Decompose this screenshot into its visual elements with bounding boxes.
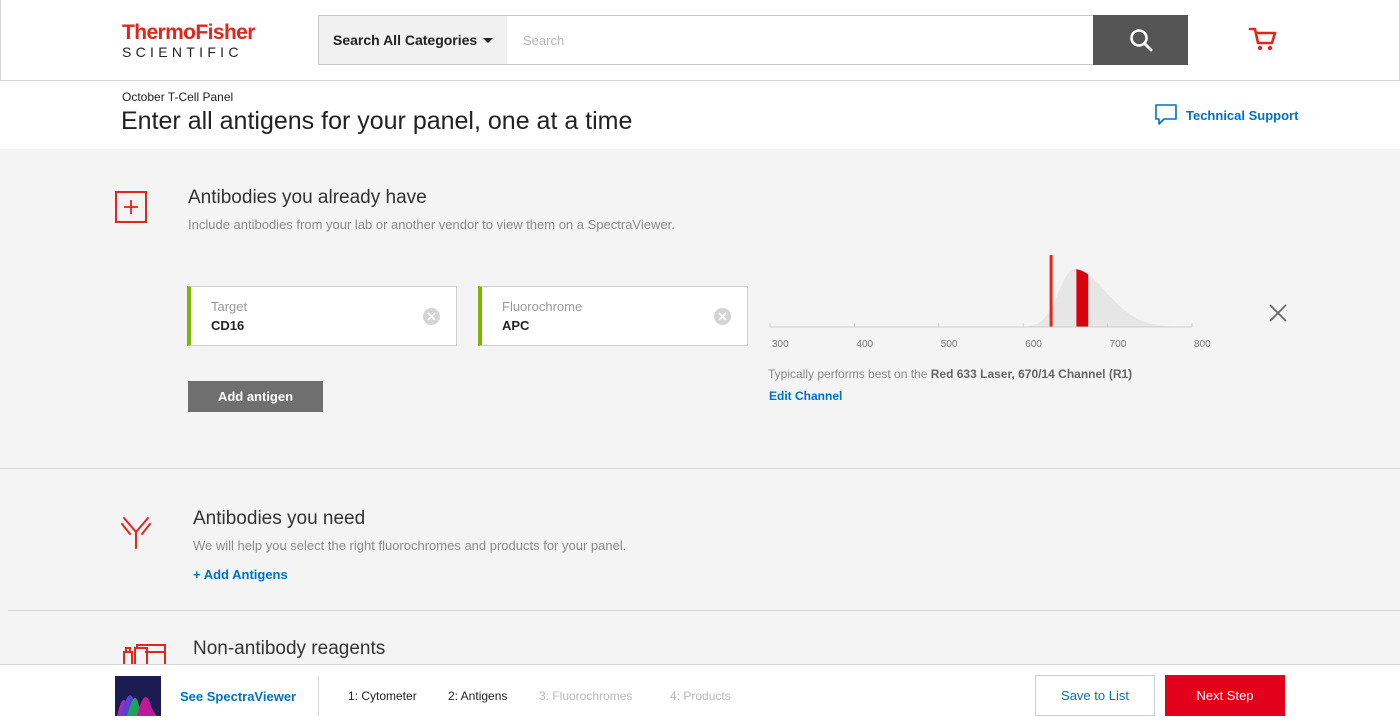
reagents-icon xyxy=(123,644,166,666)
caret-down-icon xyxy=(483,38,493,43)
add-antigen-button[interactable]: Add antigen xyxy=(188,381,323,412)
fluorochrome-label: Fluorochrome xyxy=(502,299,583,314)
non-antibody-reagents-section: Non-antibody reagents xyxy=(0,612,1400,672)
top-header: ThermoFisher SCIENTIFIC Search All Categ… xyxy=(0,0,1400,81)
reagents-section-title: Non-antibody reagents xyxy=(193,638,386,659)
emission-curve xyxy=(1023,269,1184,327)
logo-line1: ThermoFisher xyxy=(122,21,255,44)
footer-divider xyxy=(318,676,319,716)
perf-channel: Red 633 Laser, 670/14 Channel (R1) xyxy=(930,367,1133,381)
step-fluorochromes[interactable]: 3: Fluorochromes xyxy=(539,689,632,703)
have-section-subtitle: Include antibodies from your lab or anot… xyxy=(188,217,675,232)
step-cytometer[interactable]: 1: Cytometer xyxy=(348,689,417,703)
cart-icon[interactable] xyxy=(1248,26,1278,52)
spectra-mini-viewer: 300 400 500 600 700 800 xyxy=(769,255,1211,350)
clear-icon[interactable] xyxy=(423,308,440,325)
search-icon xyxy=(1129,29,1152,52)
next-step-button[interactable]: Next Step xyxy=(1165,675,1285,716)
spectra-tick-label: 600 xyxy=(1025,339,1042,350)
close-icon[interactable] xyxy=(1268,303,1288,323)
thermofisher-logo[interactable]: ThermoFisher SCIENTIFIC xyxy=(122,21,255,60)
need-section-subtitle: We will help you select the right fluoro… xyxy=(193,538,627,553)
clear-icon[interactable] xyxy=(714,308,731,325)
plus-icon[interactable] xyxy=(115,191,147,223)
spectra-tick-label: 300 xyxy=(772,339,789,350)
channel-band xyxy=(1076,269,1089,327)
laser-line xyxy=(1049,255,1053,327)
search-category-label: Search All Categories xyxy=(333,32,478,48)
spectra-tick-label: 700 xyxy=(1110,339,1127,350)
antibody-icon xyxy=(121,517,151,549)
page-title: Enter all antigens for your panel, one a… xyxy=(121,107,633,135)
target-field[interactable]: Target CD16 xyxy=(187,286,457,346)
add-antigens-link[interactable]: + Add Antigens xyxy=(193,567,288,582)
fluorochrome-field[interactable]: Fluorochrome APC xyxy=(478,286,748,346)
search-category-dropdown[interactable]: Search All Categories xyxy=(318,15,508,65)
save-to-list-button[interactable]: Save to List xyxy=(1035,675,1155,716)
need-section-title: Antibodies you need xyxy=(193,508,366,529)
spectra-tick-label: 500 xyxy=(941,339,958,350)
search-input[interactable] xyxy=(507,15,1095,65)
title-band: October T-Cell Panel Enter all antigens … xyxy=(0,81,1400,149)
performance-note: Typically performs best on the Red 633 L… xyxy=(768,367,1132,381)
technical-support-label: Technical Support xyxy=(1186,107,1299,123)
target-label: Target xyxy=(211,299,248,314)
search-button[interactable] xyxy=(1093,15,1188,65)
edit-channel-link[interactable]: Edit Channel xyxy=(769,389,842,403)
antibodies-have-section: Antibodies you already have Include anti… xyxy=(0,149,1400,469)
spectra-tick-label: 800 xyxy=(1194,339,1211,350)
chat-bubble-icon xyxy=(1155,104,1177,125)
fluorochrome-value: APC xyxy=(502,318,530,333)
logo-line2: SCIENTIFIC xyxy=(122,44,243,60)
step-antigens[interactable]: 2: Antigens xyxy=(448,689,507,703)
step-products[interactable]: 4: Products xyxy=(670,689,731,703)
target-value: CD16 xyxy=(211,318,245,333)
see-spectraviewer-link[interactable]: See SpectraViewer xyxy=(180,689,296,704)
panel-name: October T-Cell Panel xyxy=(122,90,234,104)
perf-prefix: Typically performs best on the xyxy=(768,367,931,381)
antibodies-need-section: Antibodies you need We will help you sel… xyxy=(8,469,1400,611)
spectra-thumbnail[interactable] xyxy=(115,676,161,716)
footer-bar: See SpectraViewer 1: Cytometer 2: Antige… xyxy=(0,664,1400,725)
technical-support-link[interactable]: Technical Support xyxy=(1154,103,1298,127)
spectra-tick-label: 400 xyxy=(856,339,873,350)
have-section-title: Antibodies you already have xyxy=(188,187,427,208)
